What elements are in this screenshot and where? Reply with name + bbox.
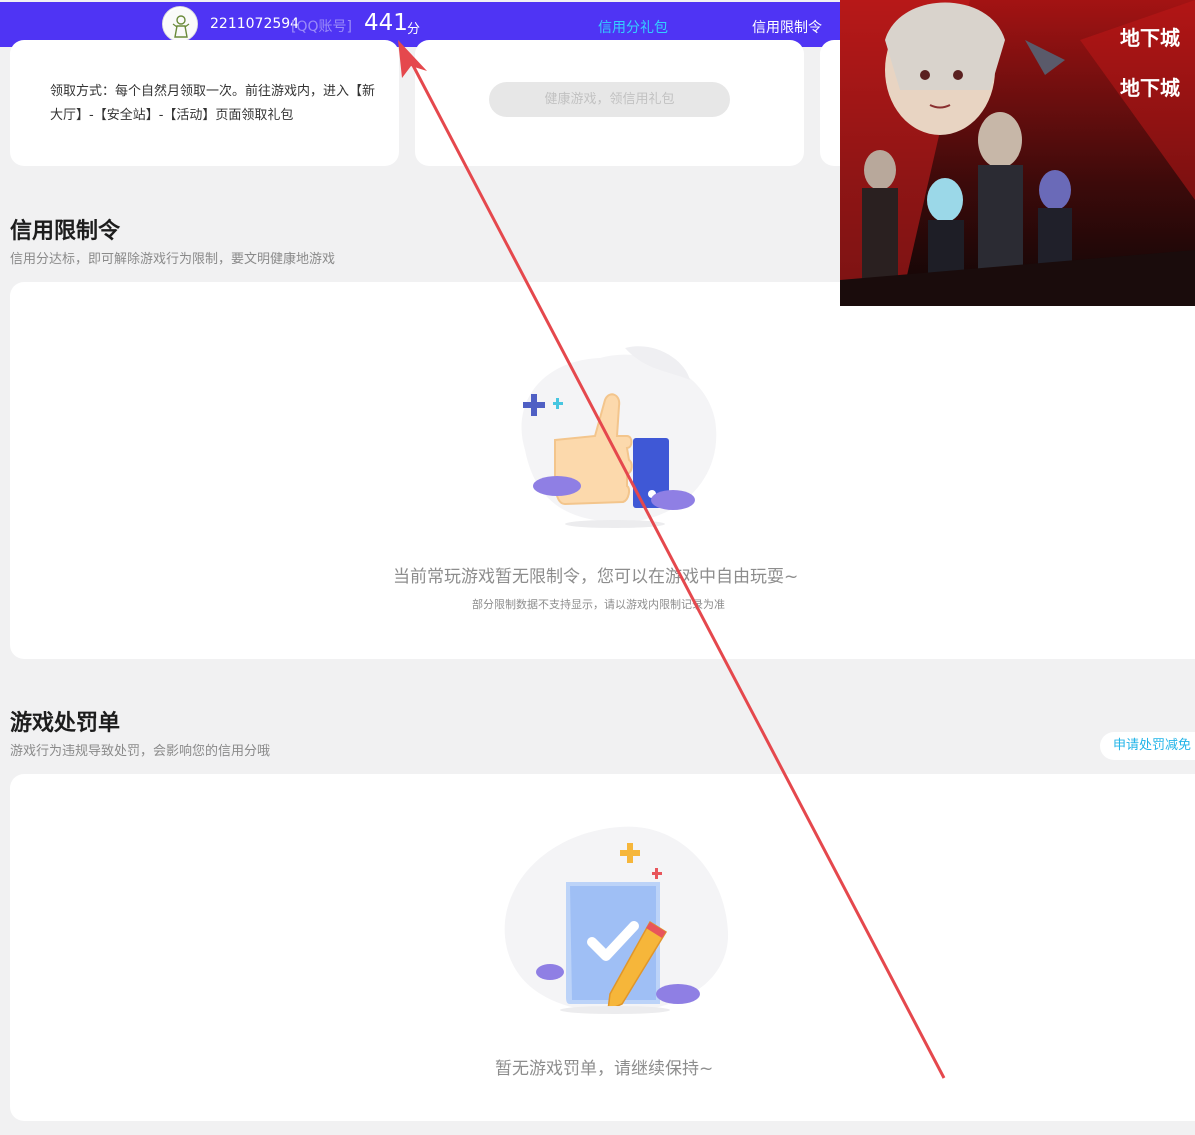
restriction-empty-message: 当前常玩游戏暂无限制令，您可以在游戏中自由玩耍~ xyxy=(393,567,799,587)
restriction-section-subtitle: 信用分达标，即可解除游戏行为限制，要文明健康地游戏 xyxy=(10,252,336,267)
account-type-label: [QQ账号] xyxy=(291,19,352,35)
penalty-section-title: 游戏处罚单 xyxy=(10,711,121,736)
svg-text:地下城: 地下城 xyxy=(1120,76,1180,100)
appeal-penalty-button[interactable]: 申请处罚减免 xyxy=(1100,732,1195,760)
restriction-empty-note: 部分限制数据不支持显示，请以游戏内限制记录为准 xyxy=(472,598,725,611)
penalty-empty-message: 暂无游戏罚单，请继续保持~ xyxy=(495,1059,714,1079)
tab-credit-restriction[interactable]: 信用限制令 xyxy=(752,17,822,37)
score-unit: 分 xyxy=(407,22,421,37)
penalty-section-subtitle: 游戏行为违规导致处罚，会影响您的信用分哦 xyxy=(10,744,271,759)
game-poster: 地下城 地下城 xyxy=(840,0,1195,306)
claim-method-text: 领取方式：每个自然月领取一次。前往游戏内，进入【新大厅】-【安全站】-【活动】页… xyxy=(50,84,376,123)
user-avatar[interactable] xyxy=(162,6,198,42)
tab-credit-gift[interactable]: 信用分礼包 xyxy=(598,17,668,37)
restriction-section-title: 信用限制令 xyxy=(10,219,121,244)
account-id: 2211072594 xyxy=(210,16,300,32)
svg-text:地下城: 地下城 xyxy=(1120,26,1180,50)
checklist-pencil-illustration xyxy=(504,826,729,1014)
thumbs-up-illustration xyxy=(521,346,717,528)
claim-gift-button[interactable]: 健康游戏，领信用礼包 xyxy=(489,82,730,117)
credit-score: 441 xyxy=(364,10,408,36)
